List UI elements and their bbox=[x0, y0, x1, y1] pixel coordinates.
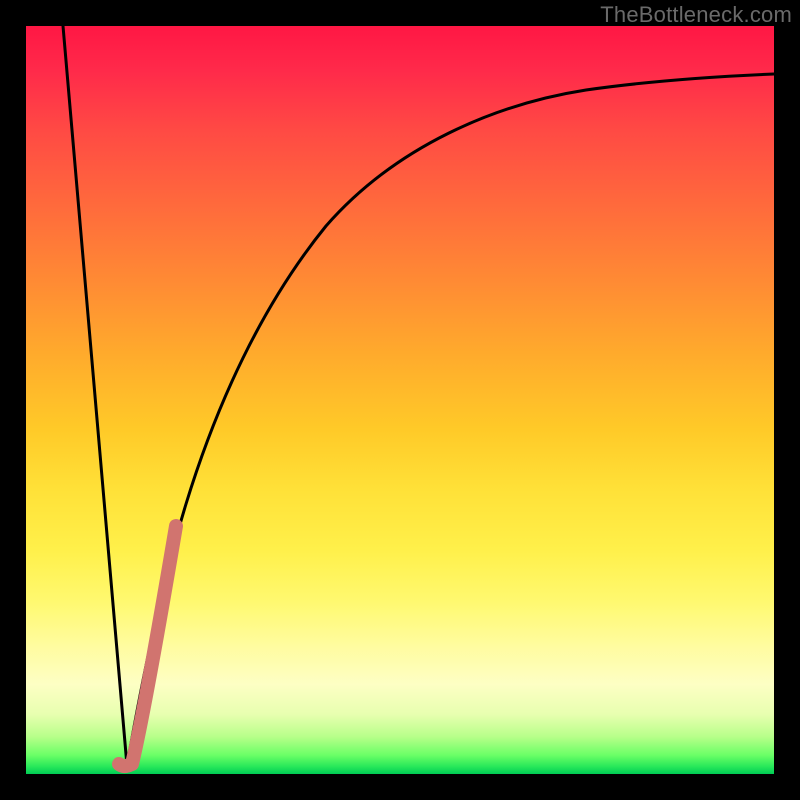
curve-right-asymptote bbox=[127, 74, 774, 766]
highlight-segment bbox=[119, 526, 176, 766]
curve-left-descent bbox=[63, 26, 127, 766]
watermark-text: TheBottleneck.com bbox=[600, 2, 792, 28]
chart-frame: TheBottleneck.com bbox=[0, 0, 800, 800]
curve-layer bbox=[26, 26, 774, 774]
plot-area bbox=[26, 26, 774, 774]
